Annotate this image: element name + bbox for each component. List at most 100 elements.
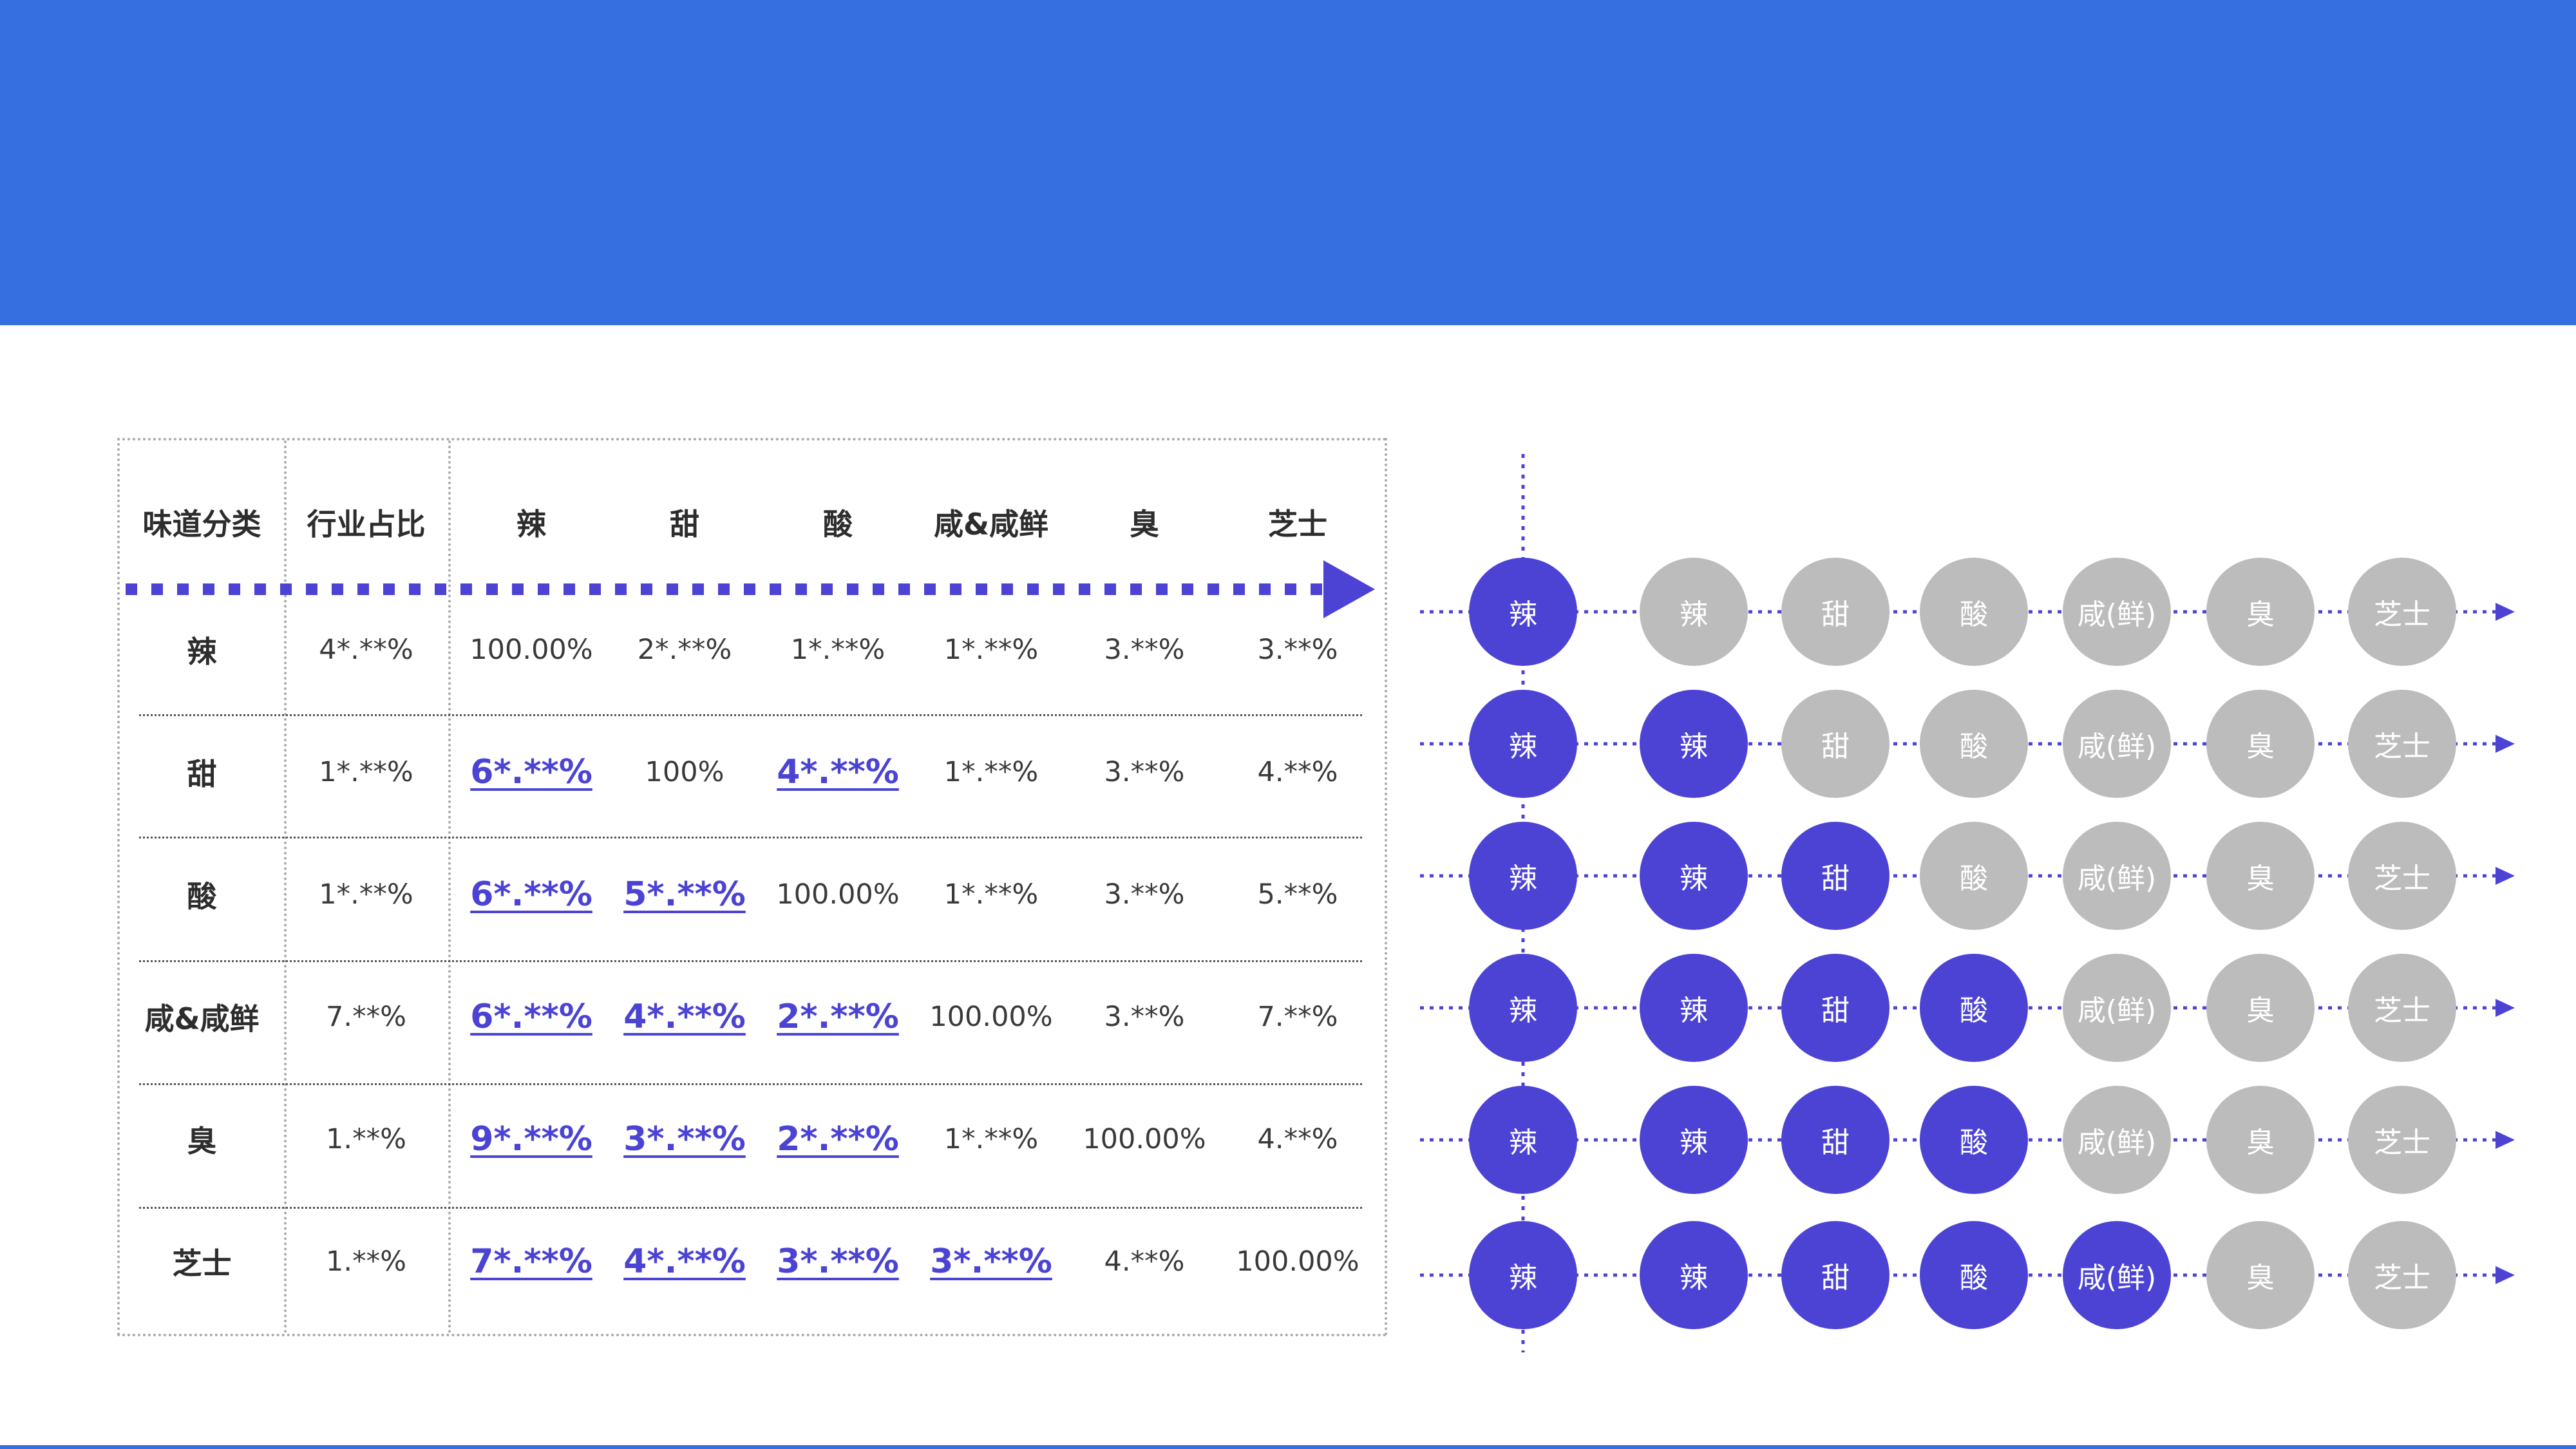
bottom-line [0,1445,2576,1449]
share-value: 1.**% [326,1245,406,1278]
flow-node: 酸 [1920,1221,2028,1329]
table-cell: 5*.**% [623,875,746,914]
table-row-separator [139,960,1362,962]
table-cell: 3.**% [1104,1001,1185,1033]
table-cell: 5.**% [1257,878,1338,911]
flow-node: 酸 [1920,1086,2028,1194]
table-cell: 1*.**% [943,878,1039,911]
column-header: 酸 [823,507,853,542]
flow-node: 咸(鲜) [2063,558,2171,666]
flow-start-node: 辣 [1469,1221,1577,1329]
table-cell: 100.00% [1083,1123,1206,1155]
table-cell: 6*.**% [470,753,592,791]
row-header: 咸&咸鲜 [144,1001,260,1036]
table-cell: 9*.**% [470,1120,592,1159]
table-cell: 3*.**% [623,1120,746,1159]
flow-node: 臭 [2206,822,2315,930]
flow-start-node: 辣 [1469,1086,1577,1194]
flow-node: 甜 [1781,1086,1889,1194]
share-value: 1*.**% [319,756,413,788]
flow-start-node: 辣 [1469,822,1577,930]
flow-node: 咸(鲜) [2063,954,2171,1062]
column-header: 芝士 [1268,507,1327,542]
flow-node: 臭 [2206,690,2315,798]
flow-node: 臭 [2206,558,2315,666]
header-arrow-head [1323,560,1375,618]
flow-node: 咸(鲜) [2063,690,2171,798]
table-cell: 4.**% [1104,1245,1185,1278]
flow-node: 甜 [1781,690,1889,798]
table-cell: 3.**% [1104,878,1185,911]
share-value: 1*.**% [319,878,413,911]
flow-node: 辣 [1640,822,1748,930]
flow-node: 酸 [1920,954,2028,1062]
flow-node: 芝士 [2348,1221,2456,1329]
flow-start-node: 辣 [1469,558,1577,666]
table-row-separator [139,1207,1362,1209]
table-cell: 1*.**% [943,756,1039,788]
row-header: 臭 [187,1124,217,1159]
flow-node: 辣 [1640,1221,1748,1329]
flow-node: 臭 [2206,954,2315,1062]
share-value: 7.**% [326,1001,406,1033]
row-header: 甜 [187,757,217,791]
flow-row-arrowhead [2496,867,2515,885]
table-cell: 1*.**% [943,1123,1039,1155]
row-header: 芝士 [172,1246,232,1281]
table-cell: 6*.**% [470,875,592,914]
table-row-separator [139,1083,1362,1085]
flow-row-arrowhead [2496,1266,2515,1284]
column-header: 辣 [516,507,546,542]
flow-node: 辣 [1640,690,1748,798]
table-cell: 100.00% [1236,1245,1359,1278]
flow-node: 甜 [1781,822,1889,930]
table-cell: 2*.**% [777,1120,899,1159]
flow-start-node: 辣 [1469,954,1577,1062]
flow-node: 芝士 [2348,558,2456,666]
table-cell: 4*.**% [777,753,899,791]
row-header: 酸 [187,879,217,914]
flow-node: 甜 [1781,954,1889,1062]
flow-node: 辣 [1640,954,1748,1062]
flow-node: 芝士 [2348,954,2456,1062]
table-cell: 2*.**% [777,998,899,1036]
share-header: 行业 占比 [284,479,448,569]
flow-row-arrowhead [2496,1131,2515,1149]
column-header: 甜 [670,507,699,542]
table-cell: 100.00% [929,1001,1053,1033]
table-cell: 4.**% [1257,756,1338,788]
table-cell: 7.**% [1257,1001,1338,1033]
table-cell: 3*.**% [930,1242,1052,1281]
table-row-separator [139,837,1362,838]
corner-header-line: 分类 [202,507,261,542]
table-cell: 3*.**% [777,1242,899,1281]
column-header: 咸&咸鲜 [933,507,1049,542]
flow-node: 辣 [1640,558,1748,666]
header-band [0,0,2576,325]
flow-node: 酸 [1920,822,2028,930]
flow-node: 臭 [2206,1086,2315,1194]
header-arrow [126,560,1375,618]
table-cell: 3.**% [1104,756,1185,788]
flow-node: 咸(鲜) [2063,1086,2171,1194]
column-header: 臭 [1130,507,1159,542]
flow-row-arrowhead [2496,735,2515,753]
flow-node: 酸 [1920,558,2028,666]
share-header-line: 行业 [307,507,366,542]
table-cell: 100% [645,756,724,788]
flow-node: 甜 [1781,1221,1889,1329]
flow-node: 甜 [1781,558,1889,666]
flow-row-arrowhead [2496,603,2515,621]
table-cell: 4*.**% [623,1242,746,1281]
table-cell: 100.00% [776,878,900,911]
table-cell: 4.**% [1257,1123,1338,1155]
table-row-separator [139,714,1362,716]
share-value: 1.**% [326,1123,406,1155]
flow-node: 芝士 [2348,690,2456,798]
corner-header: 味道 分类 [120,479,284,569]
flow-node: 咸(鲜) [2063,1221,2171,1329]
flow-node: 咸(鲜) [2063,822,2171,930]
table-cell: 7*.**% [470,1242,592,1281]
flow-start-node: 辣 [1469,690,1577,798]
corner-header-line: 味道 [142,507,202,542]
